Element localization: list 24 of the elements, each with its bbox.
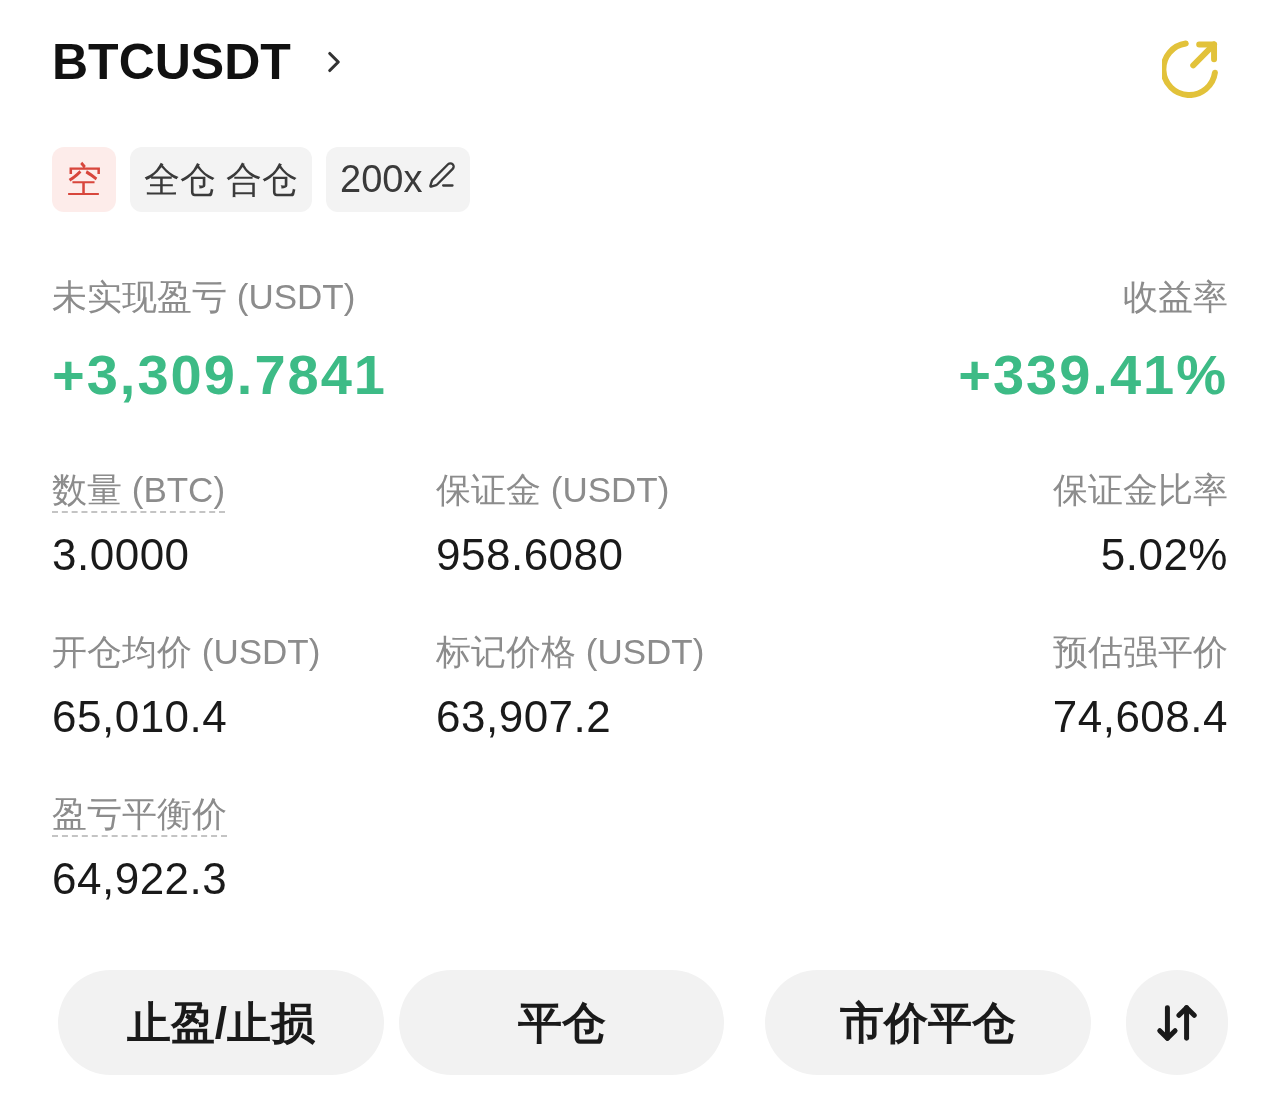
- roe-label: 收益率: [1123, 276, 1228, 318]
- roe-value: +339.41%: [958, 343, 1228, 407]
- pencil-icon: [428, 160, 457, 189]
- field-label: 预估强平价: [1053, 631, 1228, 673]
- action-button[interactable]: 平仓: [398, 970, 725, 1075]
- field-label: 标记价格 (USDT): [436, 631, 705, 673]
- unrealized-pnl-value: +3,309.7841: [52, 343, 387, 407]
- action-button[interactable]: 止盈/止损: [58, 970, 384, 1075]
- symbol-button[interactable]: BTCUSDT: [52, 30, 351, 94]
- unrealized-pnl-label: 未实现盈亏 (USDT): [52, 276, 356, 318]
- field-value: 63,907.2: [436, 691, 612, 743]
- field-value: 5.02%: [1100, 529, 1228, 581]
- field-value: 64,922.3: [52, 853, 228, 905]
- margin-mode-tag: 全仓 合仓: [130, 147, 312, 212]
- field-value: 74,608.4: [1052, 691, 1228, 743]
- field-label: 开仓均价 (USDT): [52, 631, 321, 673]
- side-tag: 空: [52, 147, 116, 212]
- field-value: 65,010.4: [52, 691, 228, 743]
- field-label: 保证金 (USDT): [436, 469, 670, 511]
- leverage-tag[interactable]: 200x: [326, 147, 471, 212]
- field-value: 958.6080: [436, 529, 624, 581]
- action-button[interactable]: 市价平仓: [765, 970, 1092, 1075]
- field-label: 保证金比率: [1053, 469, 1228, 511]
- field-value: 3.0000: [52, 529, 190, 581]
